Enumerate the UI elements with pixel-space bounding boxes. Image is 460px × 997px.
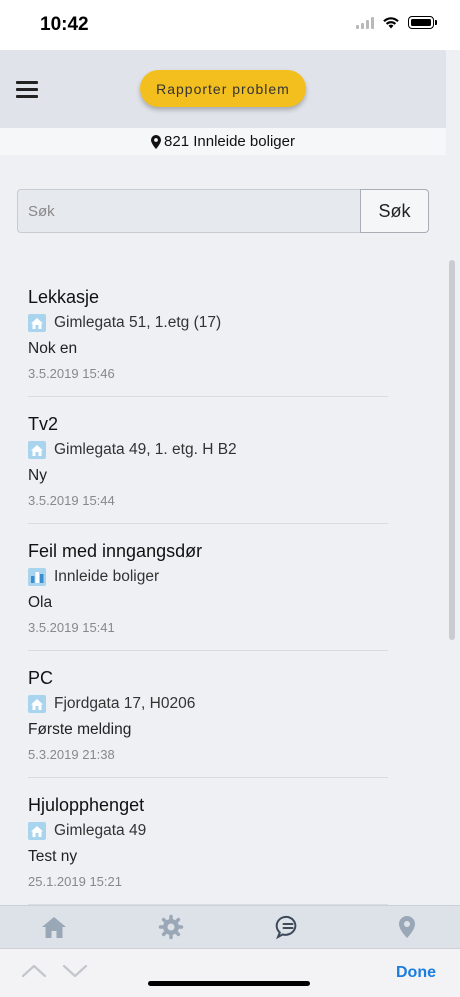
status-time: 10:42 xyxy=(40,14,89,35)
status-bar: 10:42 xyxy=(0,0,460,50)
app-header: Rapporter problem xyxy=(0,50,446,128)
house-icon xyxy=(28,441,46,459)
chevron-up-icon[interactable] xyxy=(21,961,47,981)
house-icon xyxy=(28,314,46,332)
home-icon xyxy=(42,917,66,938)
item-description: Ny xyxy=(28,467,47,484)
item-location: Gimlegata 49 xyxy=(28,821,388,841)
item-date: 3.5.2019 15:44 xyxy=(28,493,115,508)
search-button[interactable]: Søk xyxy=(360,189,429,233)
item-date: 3.5.2019 15:41 xyxy=(28,620,115,635)
list-item[interactable]: Feil med inngangsdør Innleide boliger Ol… xyxy=(28,524,388,651)
chat-icon xyxy=(275,915,297,940)
issue-list: Lekkasje Gimlegata 51, 1.etg (17) Nok en… xyxy=(28,270,388,905)
scrollbar[interactable] xyxy=(449,260,455,640)
chevron-down-icon[interactable] xyxy=(62,961,88,981)
item-title: Hjulopphenget xyxy=(28,795,145,815)
bar-chart-icon xyxy=(28,568,46,586)
location-label: 821 Innleide boliger xyxy=(164,133,295,150)
location-bar[interactable]: 821 Innleide boliger xyxy=(0,128,446,155)
done-button[interactable]: Done xyxy=(396,964,436,982)
search-bar: Søk xyxy=(17,189,429,233)
item-title: PC xyxy=(28,668,54,688)
item-date: 5.3.2019 21:38 xyxy=(28,747,115,762)
location-pin-icon xyxy=(399,916,415,938)
tab-bar xyxy=(0,905,460,949)
item-date: 3.5.2019 15:46 xyxy=(28,366,115,381)
item-title: Tv2 xyxy=(28,414,59,434)
item-title: Feil med inngangsdør xyxy=(28,541,203,561)
item-description: Første melding xyxy=(28,721,132,738)
tab-settings[interactable] xyxy=(156,912,186,942)
tab-messages[interactable] xyxy=(273,912,303,942)
item-title: Lekkasje xyxy=(28,287,100,307)
wifi-icon xyxy=(383,17,399,29)
item-description: Test ny xyxy=(28,848,78,865)
house-icon xyxy=(28,695,46,713)
gear-icon xyxy=(158,914,184,940)
home-indicator xyxy=(148,981,310,986)
item-location: Innleide boliger xyxy=(28,567,388,587)
list-item[interactable]: Lekkasje Gimlegata 51, 1.etg (17) Nok en… xyxy=(28,270,388,397)
item-location: Fjordgata 17, H0206 xyxy=(28,694,388,714)
status-icons xyxy=(356,16,437,29)
item-description: Nok en xyxy=(28,340,78,357)
location-pin-icon xyxy=(151,134,162,149)
battery-icon xyxy=(408,16,437,29)
item-description: Ola xyxy=(28,594,53,611)
tab-map[interactable] xyxy=(392,912,422,942)
item-date: 25.1.2019 15:21 xyxy=(28,874,122,889)
house-icon xyxy=(28,822,46,840)
list-item[interactable]: Hjulopphenget Gimlegata 49 Test ny 25.1.… xyxy=(28,778,388,905)
item-location: Gimlegata 51, 1.etg (17) xyxy=(28,313,388,333)
menu-icon[interactable] xyxy=(16,81,38,99)
report-problem-button[interactable]: Rapporter problem xyxy=(140,70,306,107)
list-item[interactable]: PC Fjordgata 17, H0206 Første melding 5.… xyxy=(28,651,388,778)
list-item[interactable]: Tv2 Gimlegata 49, 1. etg. H B2 Ny 3.5.20… xyxy=(28,397,388,524)
keyboard-accessory-bar: Done xyxy=(0,948,460,997)
cellular-signal-icon xyxy=(356,16,374,29)
search-input[interactable] xyxy=(17,189,360,233)
item-location: Gimlegata 49, 1. etg. H B2 xyxy=(28,440,388,460)
tab-home[interactable] xyxy=(39,912,69,942)
